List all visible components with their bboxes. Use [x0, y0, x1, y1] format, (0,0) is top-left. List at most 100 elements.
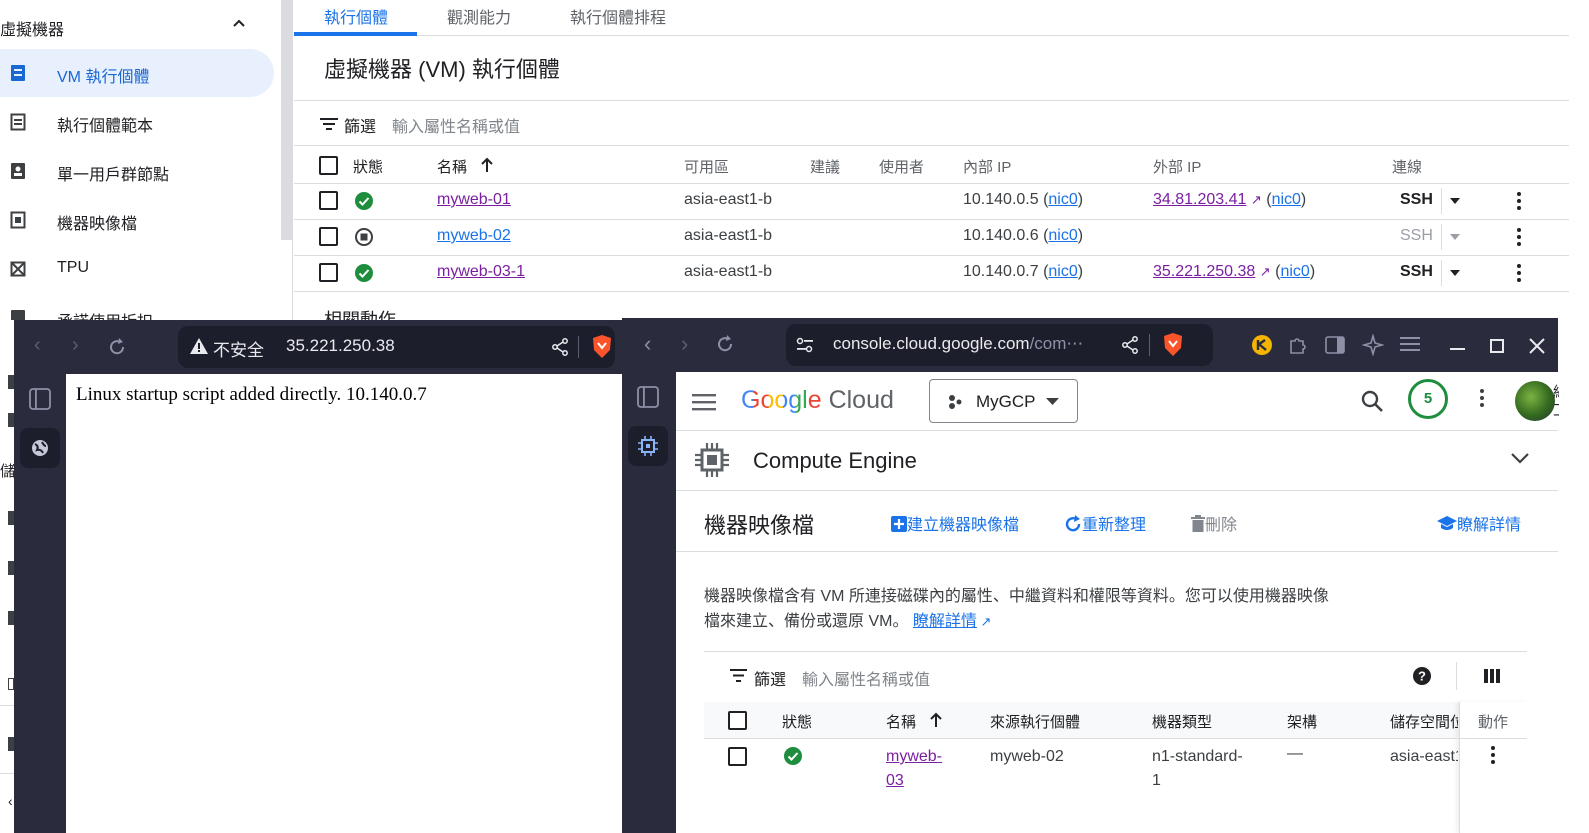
chevron-down-icon[interactable]	[1511, 453, 1529, 464]
more-actions-icon[interactable]	[1517, 228, 1521, 249]
nic-link[interactable]: nic0	[1048, 263, 1077, 280]
more-actions-icon[interactable]	[1517, 192, 1521, 213]
sidebar-app-button[interactable]	[628, 426, 668, 466]
ssh-button[interactable]: SSH	[1400, 263, 1433, 281]
more-options-icon[interactable]	[1480, 389, 1484, 410]
nic-link[interactable]: nic0	[1280, 263, 1309, 280]
sidebar-item-vm-instances[interactable]: VM 執行個體	[0, 49, 274, 97]
sidebar-scrollbar[interactable]	[281, 0, 293, 240]
avatar[interactable]	[1515, 381, 1555, 421]
instance-name-link[interactable]: myweb-02	[437, 227, 511, 245]
close-icon[interactable]	[1529, 338, 1545, 354]
url-text[interactable]: 35.221.250.38	[286, 336, 395, 356]
address-bar[interactable]: 不安全 35.221.250.38	[178, 326, 615, 368]
page-title: 虛擬機器 (VM) 執行個體	[324, 57, 560, 82]
reload-icon[interactable]	[715, 334, 735, 354]
leo-ai-icon[interactable]	[1362, 334, 1384, 356]
sidebar-item-cud[interactable]: 承諾使用折扣	[0, 294, 274, 320]
filter-bar[interactable]: 篩選 輸入屬性名稱或值	[294, 100, 1569, 146]
column-name[interactable]: 名稱	[886, 711, 916, 732]
sidebar-item-tpu[interactable]: TPU	[0, 245, 274, 293]
sidebar-item-machine-images[interactable]: 機器映像檔	[0, 196, 274, 244]
external-ip: 34.81.203.41 ↗ (nic0)	[1153, 191, 1307, 208]
learn-more-link[interactable]: 瞭解詳情	[913, 613, 977, 630]
sidebar-section-header[interactable]: 虛擬機器	[0, 0, 280, 50]
ready-status-icon	[784, 747, 802, 765]
delete-button[interactable]: 刪除	[1191, 511, 1237, 535]
sort-ascending-icon[interactable]	[480, 157, 494, 173]
column-name[interactable]: 名稱	[437, 156, 467, 177]
refresh-button[interactable]: 重新整理	[1064, 511, 1146, 535]
help-icon[interactable]: ?	[1413, 667, 1431, 685]
reload-icon[interactable]	[107, 337, 127, 357]
sidebar-app-button[interactable]	[20, 428, 60, 468]
sort-ascending-icon[interactable]	[929, 712, 943, 728]
row-checkbox[interactable]	[319, 227, 338, 246]
filter-input[interactable]: 輸入屬性名稱或值	[392, 113, 520, 137]
more-actions-icon[interactable]	[1491, 746, 1495, 767]
sidebar-item-instance-templates[interactable]: 執行個體範本	[0, 98, 274, 146]
nic-link[interactable]: nic0	[1048, 191, 1077, 208]
row-checkbox[interactable]	[319, 263, 338, 282]
instance-name-link[interactable]: myweb-01	[437, 191, 511, 209]
select-all-checkbox[interactable]	[728, 711, 747, 730]
browser-sidebar	[622, 372, 676, 833]
product-title: Compute Engine	[753, 448, 917, 473]
extensions-puzzle-icon[interactable]	[1288, 335, 1308, 355]
column-display-icon[interactable]	[1484, 669, 1500, 683]
instance-name-link[interactable]: myweb-03-1	[437, 263, 525, 281]
more-actions-icon[interactable]	[1517, 264, 1521, 285]
select-all-checkbox[interactable]	[319, 156, 338, 175]
project-name: MyGCP	[976, 392, 1036, 411]
back-icon[interactable]: ‹	[644, 331, 651, 357]
hamburger-menu-icon[interactable]	[692, 393, 716, 411]
nic-link[interactable]: nic0	[1048, 227, 1077, 244]
row-checkbox[interactable]	[319, 191, 338, 210]
nic-link[interactable]: nic0	[1272, 191, 1301, 208]
brave-shield-icon[interactable]	[592, 335, 612, 358]
sidepanel-icon[interactable]	[1325, 335, 1345, 355]
collapse-icon[interactable]: ‹	[8, 793, 13, 809]
project-picker[interactable]: MyGCP	[929, 379, 1078, 423]
share-icon[interactable]	[1121, 336, 1139, 354]
external-ip-link[interactable]: 35.221.250.38	[1153, 263, 1255, 280]
filter-input[interactable]: 輸入屬性名稱或值	[802, 666, 930, 690]
machine-image-icon	[10, 211, 26, 229]
menu-icon[interactable]	[1400, 336, 1420, 352]
column-actions: 動作	[1478, 714, 1509, 731]
extension-wallet-icon[interactable]	[1251, 334, 1273, 356]
url-host: console.cloud.google.com	[833, 334, 1030, 353]
share-icon[interactable]	[551, 338, 569, 356]
search-icon[interactable]	[1361, 390, 1383, 412]
ssh-button[interactable]: SSH	[1400, 191, 1433, 209]
sidebar-partial-label: 儲	[0, 463, 16, 480]
google-cloud-logo[interactable]: Google Cloud	[741, 386, 894, 415]
ssh-dropdown-icon[interactable]	[1450, 198, 1460, 204]
url-text[interactable]: console.cloud.google.com/com⋯	[833, 334, 1083, 354]
image-name-link[interactable]: myweb- 03	[886, 745, 942, 793]
sidebar-item-sole-tenant[interactable]: 單一用戶群節點	[0, 147, 274, 195]
address-bar[interactable]: console.cloud.google.com/com⋯	[786, 324, 1213, 366]
forward-icon[interactable]: ›	[72, 334, 79, 357]
tab-observability[interactable]: 觀測能力	[447, 4, 511, 28]
tab-instance-schedules[interactable]: 執行個體排程	[570, 4, 666, 28]
row-checkbox[interactable]	[728, 747, 747, 766]
brave-shield-icon[interactable]	[1163, 333, 1183, 356]
learn-more-button[interactable]: 瞭解詳情	[1437, 511, 1521, 535]
maximize-icon[interactable]	[1490, 339, 1504, 353]
internal-ip-value: 10.140.0.6	[963, 227, 1039, 244]
sidebar-toggle-icon[interactable]	[637, 386, 659, 408]
sidebar-toggle-icon[interactable]	[29, 388, 51, 410]
back-icon[interactable]: ‹	[34, 334, 41, 357]
active-tab-indicator	[294, 32, 417, 36]
external-ip-link[interactable]: 34.81.203.41	[1153, 191, 1246, 208]
site-settings-icon[interactable]	[796, 337, 814, 353]
browser-window-small: ‹ › 不安全 35.221.250.38 Linux startup scri…	[14, 320, 629, 833]
minimize-icon[interactable]	[1450, 348, 1465, 350]
forward-icon[interactable]: ›	[681, 331, 688, 357]
ssh-dropdown-icon[interactable]	[1450, 270, 1460, 276]
tab-instances[interactable]: 執行個體	[324, 4, 388, 28]
notifications-badge[interactable]: 5	[1408, 379, 1448, 419]
create-machine-image-button[interactable]: 建立機器映像檔	[891, 511, 1019, 535]
column-users: 使用者	[879, 159, 925, 176]
